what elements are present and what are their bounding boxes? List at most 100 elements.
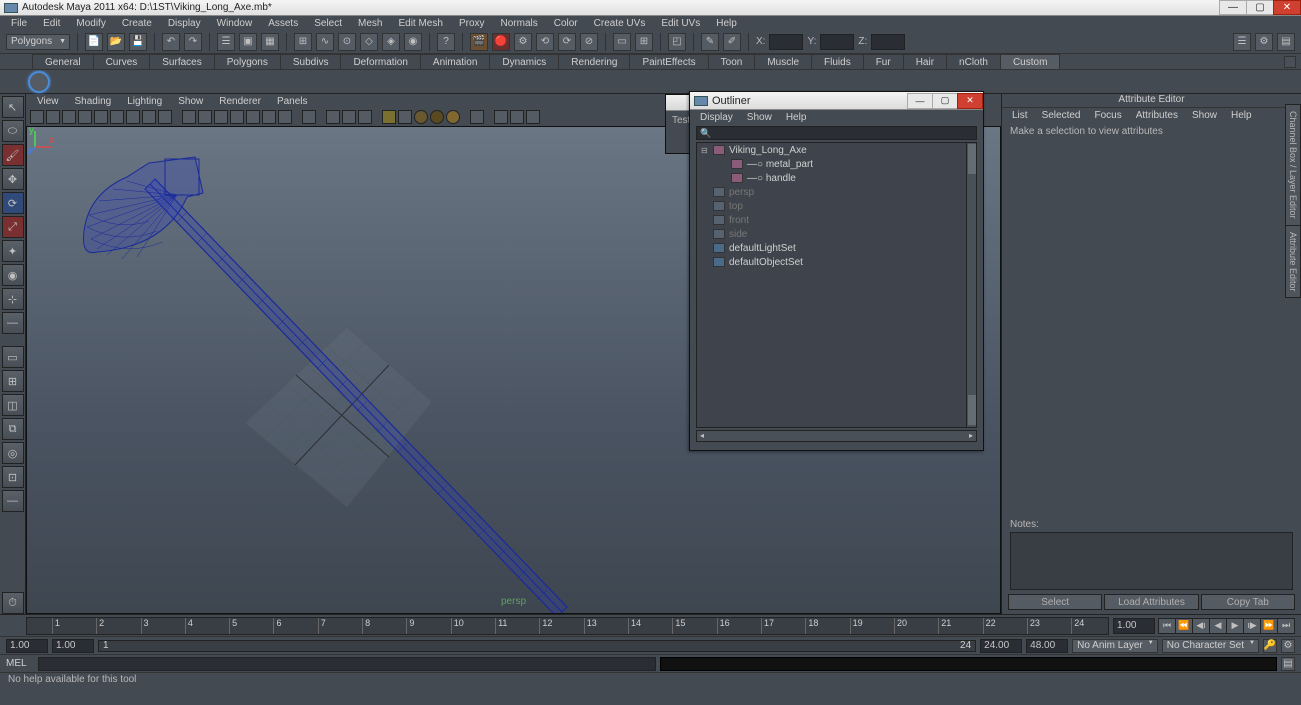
close-button[interactable]: ✕ bbox=[1273, 0, 1301, 15]
show-manip-tool[interactable]: ⊹ bbox=[2, 288, 24, 310]
shelf-tab-subdivs[interactable]: Subdivs bbox=[280, 54, 342, 69]
scale-tool[interactable]: ⤢ bbox=[2, 216, 24, 238]
attr-button-copy-tab[interactable]: Copy Tab bbox=[1201, 594, 1295, 610]
gate-mask-icon[interactable] bbox=[110, 110, 124, 124]
attr-menu-selected[interactable]: Selected bbox=[1036, 110, 1087, 121]
select-component-icon[interactable]: ▦ bbox=[261, 33, 279, 51]
panel-menu-renderer[interactable]: Renderer bbox=[212, 96, 268, 107]
soft-mod-tool[interactable]: ◉ bbox=[2, 264, 24, 286]
attribute-editor-toggle-icon[interactable]: ▤ bbox=[1277, 33, 1295, 51]
script-editor-button[interactable]: ▤ bbox=[1281, 657, 1295, 671]
menu-help[interactable]: Help bbox=[709, 18, 744, 29]
outliner-item[interactable]: persp bbox=[697, 185, 976, 199]
step-back-key-button[interactable]: ⏪ bbox=[1175, 618, 1193, 634]
module-selector[interactable]: Polygons bbox=[6, 34, 70, 50]
menu-mesh[interactable]: Mesh bbox=[351, 18, 389, 29]
xray-joints-icon[interactable] bbox=[342, 110, 356, 124]
menu-select[interactable]: Select bbox=[307, 18, 349, 29]
shelf-tab-animation[interactable]: Animation bbox=[420, 54, 490, 69]
time-slider-icon[interactable]: ⏱ bbox=[2, 592, 24, 614]
light1-icon[interactable] bbox=[414, 110, 428, 124]
menu-file[interactable]: File bbox=[4, 18, 34, 29]
model-view-icon[interactable]: ◰ bbox=[668, 33, 686, 51]
shelf-tab-ncloth[interactable]: nCloth bbox=[946, 54, 1001, 69]
go-end-button[interactable]: ⏭ bbox=[1277, 618, 1295, 634]
new-scene-icon[interactable]: 📄 bbox=[85, 33, 103, 51]
history-toggle-icon[interactable]: ⟳ bbox=[558, 33, 576, 51]
shadows-icon[interactable] bbox=[246, 110, 260, 124]
high-quality-icon[interactable] bbox=[262, 110, 276, 124]
bookmark-icon[interactable] bbox=[46, 110, 60, 124]
rendererD-icon[interactable] bbox=[526, 110, 540, 124]
camera-select-icon[interactable] bbox=[30, 110, 44, 124]
rendererC-icon[interactable] bbox=[510, 110, 524, 124]
range-start-field[interactable] bbox=[6, 639, 48, 653]
hypershade-icon[interactable]: ◎ bbox=[2, 442, 24, 464]
redo-icon[interactable]: ↷ bbox=[184, 33, 202, 51]
menu-color[interactable]: Color bbox=[547, 18, 585, 29]
prefs-icon[interactable]: ⚙ bbox=[1281, 639, 1295, 653]
rotate-tool[interactable]: ⟳ bbox=[2, 192, 24, 214]
play-fwd-button[interactable]: ▶ bbox=[1226, 618, 1244, 634]
light2-icon[interactable] bbox=[430, 110, 444, 124]
single-view-icon[interactable]: ▭ bbox=[2, 346, 24, 368]
snap-grid-icon[interactable]: ⊞ bbox=[294, 33, 312, 51]
shelf-tab-muscle[interactable]: Muscle bbox=[754, 54, 812, 69]
shelf-tab-toon[interactable]: Toon bbox=[708, 54, 756, 69]
film-gate-icon[interactable] bbox=[78, 110, 92, 124]
move-tool[interactable]: ✥ bbox=[2, 168, 24, 190]
outliner-titlebar[interactable]: Outliner — ▢ ✕ bbox=[690, 92, 983, 110]
outliner-item[interactable]: defaultLightSet bbox=[697, 241, 976, 255]
range-slider[interactable]: 1 24 bbox=[98, 640, 976, 652]
outliner-hscroll[interactable]: ◂▸ bbox=[696, 430, 977, 442]
image-plane-icon[interactable] bbox=[62, 110, 76, 124]
attr-menu-focus[interactable]: Focus bbox=[1088, 110, 1127, 121]
shelf-search-icon[interactable] bbox=[28, 71, 50, 93]
smooth-shade-icon[interactable] bbox=[198, 110, 212, 124]
attr-menu-show[interactable]: Show bbox=[1186, 110, 1223, 121]
render-globals-icon[interactable]: ⚙ bbox=[514, 33, 532, 51]
persp-outliner-icon[interactable]: ◫ bbox=[2, 394, 24, 416]
outliner-search[interactable] bbox=[696, 126, 977, 140]
outliner-menu-display[interactable]: Display bbox=[694, 112, 739, 123]
current-frame-field[interactable] bbox=[1113, 618, 1155, 634]
script-editor-icon[interactable]: — bbox=[2, 490, 24, 512]
character-set-combo[interactable]: No Character Set bbox=[1162, 639, 1259, 653]
menu-create-uvs[interactable]: Create UVs bbox=[587, 18, 653, 29]
attr-menu-list[interactable]: List bbox=[1006, 110, 1034, 121]
play-back-button[interactable]: ◀ bbox=[1209, 618, 1227, 634]
step-back-button[interactable]: ◀ı bbox=[1192, 618, 1210, 634]
select-tool[interactable]: ↖ bbox=[2, 96, 24, 118]
persp-graph-icon[interactable]: ⧉ bbox=[2, 418, 24, 440]
time-slider-track[interactable]: 123456789101112131415161718192021222324 bbox=[26, 617, 1109, 635]
ipr-icon[interactable]: 🔴 bbox=[492, 33, 510, 51]
outliner-minimize-button[interactable]: — bbox=[907, 93, 933, 109]
four-view-icon[interactable]: ⊞ bbox=[2, 370, 24, 392]
autokey-icon[interactable]: 🔑 bbox=[1263, 639, 1277, 653]
outliner-menu-show[interactable]: Show bbox=[741, 112, 778, 123]
step-fwd-key-button[interactable]: ⏩ bbox=[1260, 618, 1278, 634]
layout-single-icon[interactable]: ▭ bbox=[613, 33, 631, 51]
menu-assets[interactable]: Assets bbox=[261, 18, 305, 29]
shelf-tab-fluids[interactable]: Fluids bbox=[811, 54, 864, 69]
shelf-tab-polygons[interactable]: Polygons bbox=[214, 54, 281, 69]
xray-icon[interactable] bbox=[326, 110, 340, 124]
shelf-tab-general[interactable]: General bbox=[32, 54, 94, 69]
range-vis-start-field[interactable] bbox=[52, 639, 94, 653]
coord-x-field[interactable] bbox=[769, 34, 803, 50]
attr-menu-attributes[interactable]: Attributes bbox=[1130, 110, 1184, 121]
menu-edit-mesh[interactable]: Edit Mesh bbox=[391, 18, 449, 29]
sidetab-attribute-editor[interactable]: Attribute Editor bbox=[1285, 225, 1301, 299]
snap-plane-icon[interactable]: ◇ bbox=[360, 33, 378, 51]
go-start-button[interactable]: ⏮ bbox=[1158, 618, 1176, 634]
attr-button-load-attributes[interactable]: Load Attributes bbox=[1104, 594, 1198, 610]
snap-point-icon[interactable]: ⊙ bbox=[338, 33, 356, 51]
shelf-tab-surfaces[interactable]: Surfaces bbox=[149, 54, 214, 69]
menu-edit-uvs[interactable]: Edit UVs bbox=[654, 18, 707, 29]
attr-menu-help[interactable]: Help bbox=[1225, 110, 1258, 121]
textured-icon[interactable] bbox=[214, 110, 228, 124]
snap-toggle-icon[interactable]: ◉ bbox=[404, 33, 422, 51]
layout-four-icon[interactable]: ⊞ bbox=[635, 33, 653, 51]
coord-y-field[interactable] bbox=[820, 34, 854, 50]
shelf-tab-deformation[interactable]: Deformation bbox=[340, 54, 420, 69]
